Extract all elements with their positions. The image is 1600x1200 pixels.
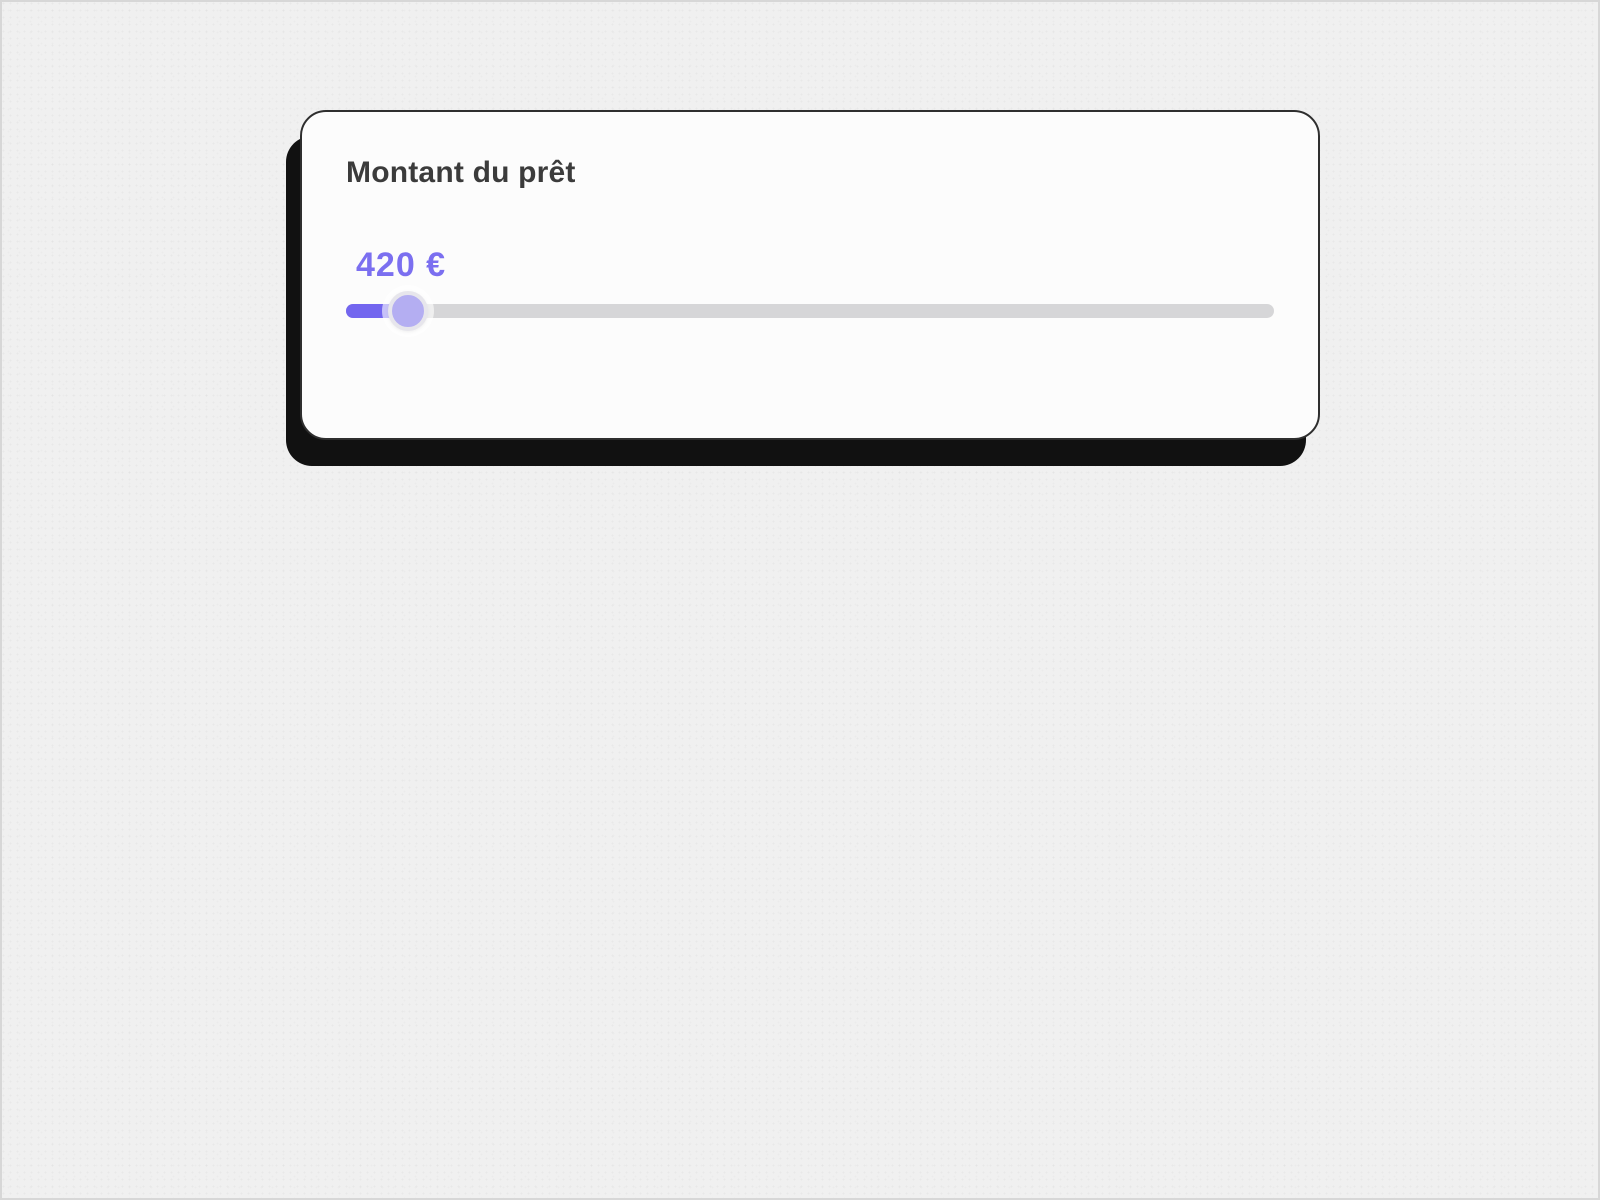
slider-track[interactable] — [346, 304, 1274, 318]
loan-amount-slider[interactable]: 420 € — [346, 246, 1274, 356]
slider-value-label: 420 € — [356, 246, 446, 285]
loan-amount-card: Montant du prêt 420 € — [300, 110, 1320, 440]
card-title: Montant du prêt — [346, 156, 1274, 190]
card-panel: Montant du prêt 420 € — [300, 110, 1320, 440]
slider-thumb[interactable] — [388, 291, 428, 331]
